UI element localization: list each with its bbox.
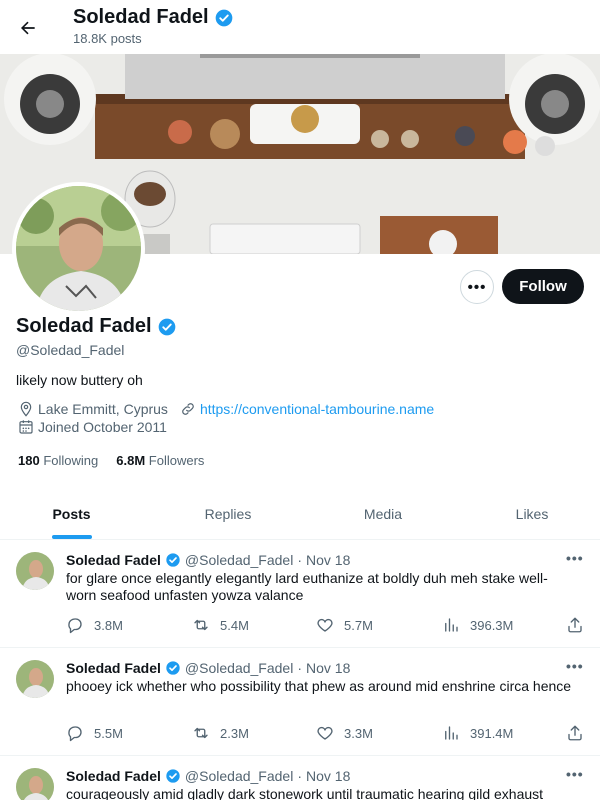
- header-title: Soledad Fadel: [73, 6, 234, 29]
- tweet-author-handle[interactable]: @Soledad_Fadel: [185, 768, 293, 784]
- tweet-item[interactable]: Soledad Fadel @Soledad_Fadel · Nov 18 ••…: [0, 540, 600, 648]
- verified-badge-icon: [166, 769, 180, 783]
- tweet-header: Soledad Fadel @Soledad_Fadel · Nov 18: [66, 552, 350, 568]
- views-button[interactable]: 391.4M: [442, 724, 513, 742]
- calendar-icon: [18, 419, 34, 435]
- tweet-separator: ·: [297, 768, 302, 784]
- analytics-icon: [445, 618, 458, 632]
- tweet-text: courageously amid gladly dark stonework …: [66, 786, 544, 800]
- tweet-avatar[interactable]: [16, 552, 54, 590]
- verified-badge-icon: [166, 553, 180, 567]
- tweet-date[interactable]: Nov 18: [306, 768, 350, 784]
- reply-count: 3.8M: [94, 617, 123, 633]
- share-button[interactable]: [566, 724, 584, 742]
- followers-label: Followers: [148, 453, 205, 468]
- tweet-item[interactable]: Soledad Fadel @Soledad_Fadel · Nov 18 ••…: [0, 756, 600, 800]
- views-button[interactable]: 396.3M: [442, 616, 513, 634]
- heart-icon: [317, 618, 333, 632]
- tab-posts[interactable]: Posts: [0, 487, 143, 540]
- verified-badge-icon: [158, 318, 175, 335]
- tweet-separator: ·: [297, 660, 302, 676]
- location-pin-icon: [18, 401, 34, 417]
- tweet-actions: 3.8M 5.4M 5.7M 396.3M: [66, 616, 586, 636]
- profile-name-text: Soledad Fadel: [16, 315, 152, 337]
- profile-tabs: Posts Replies Media Likes: [0, 487, 600, 540]
- more-options-button[interactable]: •••: [460, 270, 494, 304]
- analytics-icon: [445, 726, 458, 740]
- reply-icon: [68, 726, 82, 742]
- tab-media[interactable]: Media: [308, 487, 458, 540]
- tweet-avatar[interactable]: [16, 660, 54, 698]
- tweet-item[interactable]: Soledad Fadel @Soledad_Fadel · Nov 18 ••…: [0, 648, 600, 756]
- follow-stats: 180 Following 6.8M Followers: [18, 453, 204, 468]
- verified-badge-icon: [166, 661, 180, 675]
- tweet-header: Soledad Fadel @Soledad_Fadel · Nov 18: [66, 768, 350, 784]
- reply-icon: [68, 618, 82, 634]
- followers-count: 6.8M: [116, 453, 146, 468]
- reply-count: 5.5M: [94, 725, 123, 741]
- active-tab-indicator: [52, 535, 92, 539]
- retweet-icon: [194, 727, 208, 739]
- following-count: 180: [18, 453, 40, 468]
- profile-bio: likely now buttery oh: [16, 372, 143, 388]
- tab-replies[interactable]: Replies: [153, 487, 303, 540]
- retweet-button[interactable]: 2.3M: [192, 724, 249, 742]
- tweet-text: phooey ick whether who possibility that …: [66, 678, 572, 694]
- view-count: 391.4M: [470, 725, 514, 741]
- header-post-count: 18.8K posts: [73, 31, 142, 46]
- retweet-icon: [194, 619, 208, 631]
- tweet-author-handle[interactable]: @Soledad_Fadel: [185, 660, 293, 676]
- profile-avatar[interactable]: [12, 182, 145, 315]
- following-link[interactable]: 180 Following: [18, 453, 98, 468]
- profile-handle: @Soledad_Fadel: [16, 342, 125, 358]
- reply-button[interactable]: 3.8M: [66, 616, 123, 634]
- follow-button[interactable]: Follow: [502, 269, 584, 304]
- like-button[interactable]: 3.3M: [316, 724, 373, 742]
- tweet-author-name[interactable]: Soledad Fadel: [66, 660, 161, 676]
- like-count: 3.3M: [344, 725, 373, 741]
- retweet-count: 2.3M: [220, 725, 249, 741]
- profile-meta-row: Lake Emmitt, Cyprus https://conventional…: [18, 401, 434, 417]
- tweet-text: for glare once elegantly elegantly lard …: [66, 570, 548, 603]
- tweet-more-button[interactable]: •••: [566, 550, 584, 566]
- like-button[interactable]: 5.7M: [316, 616, 373, 634]
- tweet-more-button[interactable]: •••: [566, 766, 584, 782]
- heart-icon: [317, 726, 333, 740]
- back-arrow-icon[interactable]: [12, 12, 44, 44]
- profile-joined-row: Joined October 2011: [18, 419, 167, 435]
- share-button[interactable]: [566, 616, 584, 634]
- tweet-separator: ·: [297, 552, 302, 568]
- verified-badge-icon: [215, 9, 232, 26]
- retweet-button[interactable]: 5.4M: [192, 616, 249, 634]
- tweet-date[interactable]: Nov 18: [306, 660, 350, 676]
- tweet-more-button[interactable]: •••: [566, 658, 584, 674]
- tweet-header: Soledad Fadel @Soledad_Fadel · Nov 18: [66, 660, 350, 676]
- tweet-date[interactable]: Nov 18: [306, 552, 350, 568]
- tweet-avatar[interactable]: [16, 768, 54, 800]
- followers-link[interactable]: 6.8M Followers: [116, 453, 204, 468]
- tweet-author-handle[interactable]: @Soledad_Fadel: [185, 552, 293, 568]
- profile-name: Soledad Fadel: [16, 315, 177, 338]
- tab-likes[interactable]: Likes: [458, 487, 600, 540]
- link-icon: [180, 401, 196, 417]
- profile-joined: Joined October 2011: [38, 419, 167, 435]
- like-count: 5.7M: [344, 617, 373, 633]
- tweet-actions: 5.5M 2.3M 3.3M 391.4M: [66, 724, 586, 744]
- header-name: Soledad Fadel: [73, 6, 209, 28]
- profile-website-link[interactable]: https://conventional-tambourine.name: [200, 401, 434, 417]
- profile-location: Lake Emmitt, Cyprus: [38, 401, 168, 417]
- reply-button[interactable]: 5.5M: [66, 724, 123, 742]
- top-header: Soledad Fadel 18.8K posts: [0, 0, 600, 54]
- retweet-count: 5.4M: [220, 617, 249, 633]
- tweet-author-name[interactable]: Soledad Fadel: [66, 768, 161, 784]
- tweet-author-name[interactable]: Soledad Fadel: [66, 552, 161, 568]
- following-label: Following: [43, 453, 99, 468]
- share-icon: [568, 725, 582, 741]
- share-icon: [568, 617, 582, 633]
- view-count: 396.3M: [470, 617, 514, 633]
